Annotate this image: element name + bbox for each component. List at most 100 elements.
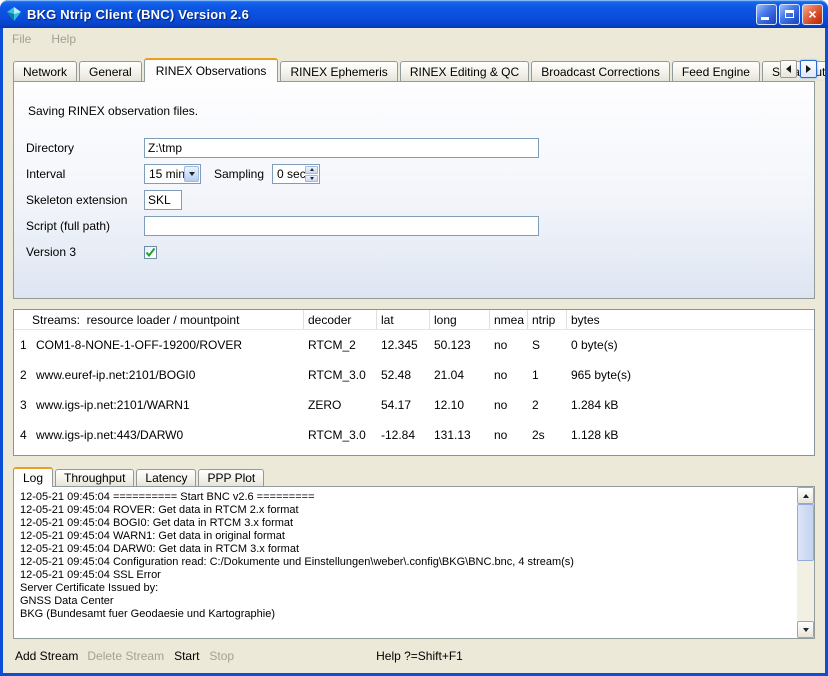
stream-row-3[interactable]: 3 www.igs-ip.net:2101/WARN1 ZERO 54.17 1… [14, 390, 814, 420]
cell-ntrip: 2 [528, 398, 567, 412]
stream-row-2[interactable]: 2 www.euref-ip.net:2101/BOGI0 RTCM_3.0 5… [14, 360, 814, 390]
chevron-down-icon[interactable] [184, 166, 199, 182]
version3-checkbox[interactable] [144, 246, 157, 259]
client-area: File Help Network General RINEX Observat… [3, 28, 825, 673]
skeleton-extension-label: Skeleton extension [26, 193, 144, 207]
scroll-thumb[interactable] [797, 504, 814, 561]
menu-help[interactable]: Help [51, 32, 76, 46]
tab-log[interactable]: Log [13, 467, 53, 487]
cell-ntrip: 1 [528, 368, 567, 382]
log-line: 12-05-21 09:45:04 ROVER: Get data in RTC… [20, 504, 791, 517]
log-line: BKG (Bundesamt fuer Geodaesie und Kartog… [20, 608, 791, 621]
cell-lat: 54.17 [377, 398, 430, 412]
tab-general[interactable]: General [79, 61, 142, 81]
log-line: GNSS Data Center [20, 595, 791, 608]
skeleton-row: Skeleton extension [26, 190, 802, 210]
tab-scroll-left-button[interactable] [780, 60, 797, 78]
tab-scroll-buttons [780, 60, 817, 78]
directory-row: Directory [26, 138, 802, 158]
cell-bytes: 0 byte(s) [567, 338, 814, 352]
sampling-spinner[interactable]: 0 sec [272, 164, 320, 184]
cell-ntrip: S [528, 338, 567, 352]
cell-bytes: 1.284 kB [567, 398, 814, 412]
header-ntrip[interactable]: ntrip [528, 310, 567, 329]
header-long[interactable]: long [430, 310, 490, 329]
sampling-value: 0 sec [277, 167, 306, 181]
tab-latency[interactable]: Latency [136, 469, 196, 486]
cell-mountpoint: www.euref-ip.net:2101/BOGI0 [32, 368, 304, 382]
interval-label: Interval [26, 167, 144, 181]
row-number: 3 [14, 398, 32, 412]
log-line: 12-05-21 09:45:04 ========== Start BNC v… [20, 491, 791, 504]
script-path-input[interactable] [144, 216, 539, 236]
help-hint: Help ?=Shift+F1 [376, 649, 463, 663]
log-scrollbar[interactable] [797, 487, 814, 638]
directory-input[interactable] [144, 138, 539, 158]
cell-lat: -12.84 [377, 428, 430, 442]
cell-lat: 12.345 [377, 338, 430, 352]
main-tabbar: Network General RINEX Observations RINEX… [3, 57, 825, 81]
log-line: 12-05-21 09:45:04 SSL Error [20, 569, 791, 582]
header-lat[interactable]: lat [377, 310, 430, 329]
log-line: 12-05-21 09:45:04 Configuration read: C:… [20, 556, 791, 569]
cell-mountpoint: www.igs-ip.net:443/DARW0 [32, 428, 304, 442]
rinex-observations-panel: Saving RINEX observation files. Director… [13, 81, 815, 299]
stream-row-1[interactable]: 1 COM1-8-NONE-1-OFF-19200/ROVER RTCM_2 1… [14, 330, 814, 360]
log-line: 12-05-21 09:45:04 WARN1: Get data in ori… [20, 530, 791, 543]
cell-mountpoint: COM1-8-NONE-1-OFF-19200/ROVER [32, 338, 304, 352]
row-number: 1 [14, 338, 32, 352]
interval-value: 15 min [149, 167, 185, 181]
maximize-icon [785, 10, 794, 18]
tab-feed-engine[interactable]: Feed Engine [672, 61, 760, 81]
skeleton-extension-input[interactable] [144, 190, 182, 210]
maximize-button[interactable] [779, 4, 800, 25]
tab-scroll-right-button[interactable] [800, 60, 817, 78]
arrow-left-icon [786, 65, 791, 73]
cell-nmea: no [490, 338, 528, 352]
minimize-button[interactable] [756, 4, 777, 25]
log-line: Server Certificate Issued by: [20, 582, 791, 595]
minimize-icon [761, 17, 769, 20]
bottom-toolbar: Add Stream Delete Stream Start Stop Help… [3, 639, 825, 673]
window-title: BKG Ntrip Client (BNC) Version 2.6 [27, 7, 249, 22]
header-mountpoint[interactable]: Streams: resource loader / mountpoint [14, 310, 304, 329]
tab-throughput[interactable]: Throughput [55, 469, 134, 486]
version3-row: Version 3 [26, 242, 802, 262]
cell-decoder: RTCM_2 [304, 338, 377, 352]
tab-rinex-observations[interactable]: RINEX Observations [144, 58, 279, 82]
menu-file[interactable]: File [12, 32, 31, 46]
tab-rinex-editing-qc[interactable]: RINEX Editing & QC [400, 61, 529, 81]
close-button[interactable]: × [802, 4, 823, 25]
tab-rinex-ephemeris[interactable]: RINEX Ephemeris [280, 61, 397, 81]
stop-button[interactable]: Stop [209, 649, 234, 663]
version3-label: Version 3 [26, 245, 144, 259]
tab-network[interactable]: Network [13, 61, 77, 81]
stream-row-4[interactable]: 4 www.igs-ip.net:443/DARW0 RTCM_3.0 -12.… [14, 420, 814, 450]
tab-broadcast-corrections[interactable]: Broadcast Corrections [531, 61, 670, 81]
close-icon: × [808, 7, 816, 21]
cell-nmea: no [490, 428, 528, 442]
cell-nmea: no [490, 398, 528, 412]
arrow-down-icon [803, 628, 809, 632]
spin-down-button[interactable] [305, 175, 318, 183]
arrow-down-icon [310, 177, 314, 180]
header-bytes[interactable]: bytes [567, 310, 814, 329]
titlebar[interactable]: BKG Ntrip Client (BNC) Version 2.6 × [0, 0, 828, 28]
spin-up-button[interactable] [305, 166, 318, 174]
scroll-down-button[interactable] [797, 621, 814, 638]
script-path-label: Script (full path) [26, 219, 144, 233]
header-decoder[interactable]: decoder [304, 310, 377, 329]
spinner-buttons [305, 166, 318, 182]
header-nmea[interactable]: nmea [490, 310, 528, 329]
cell-long: 12.10 [430, 398, 490, 412]
scroll-track[interactable] [797, 561, 814, 621]
add-stream-button[interactable]: Add Stream [15, 649, 78, 663]
bottom-tabbar: Log Throughput Latency PPP Plot [3, 466, 825, 486]
interval-select[interactable]: 15 min [144, 164, 201, 184]
delete-stream-button[interactable]: Delete Stream [87, 649, 164, 663]
start-button[interactable]: Start [174, 649, 199, 663]
scroll-up-button[interactable] [797, 487, 814, 504]
cell-ntrip: 2s [528, 428, 567, 442]
tab-ppp-plot[interactable]: PPP Plot [198, 469, 264, 486]
streams-table-header: Streams: resource loader / mountpoint de… [14, 310, 814, 330]
